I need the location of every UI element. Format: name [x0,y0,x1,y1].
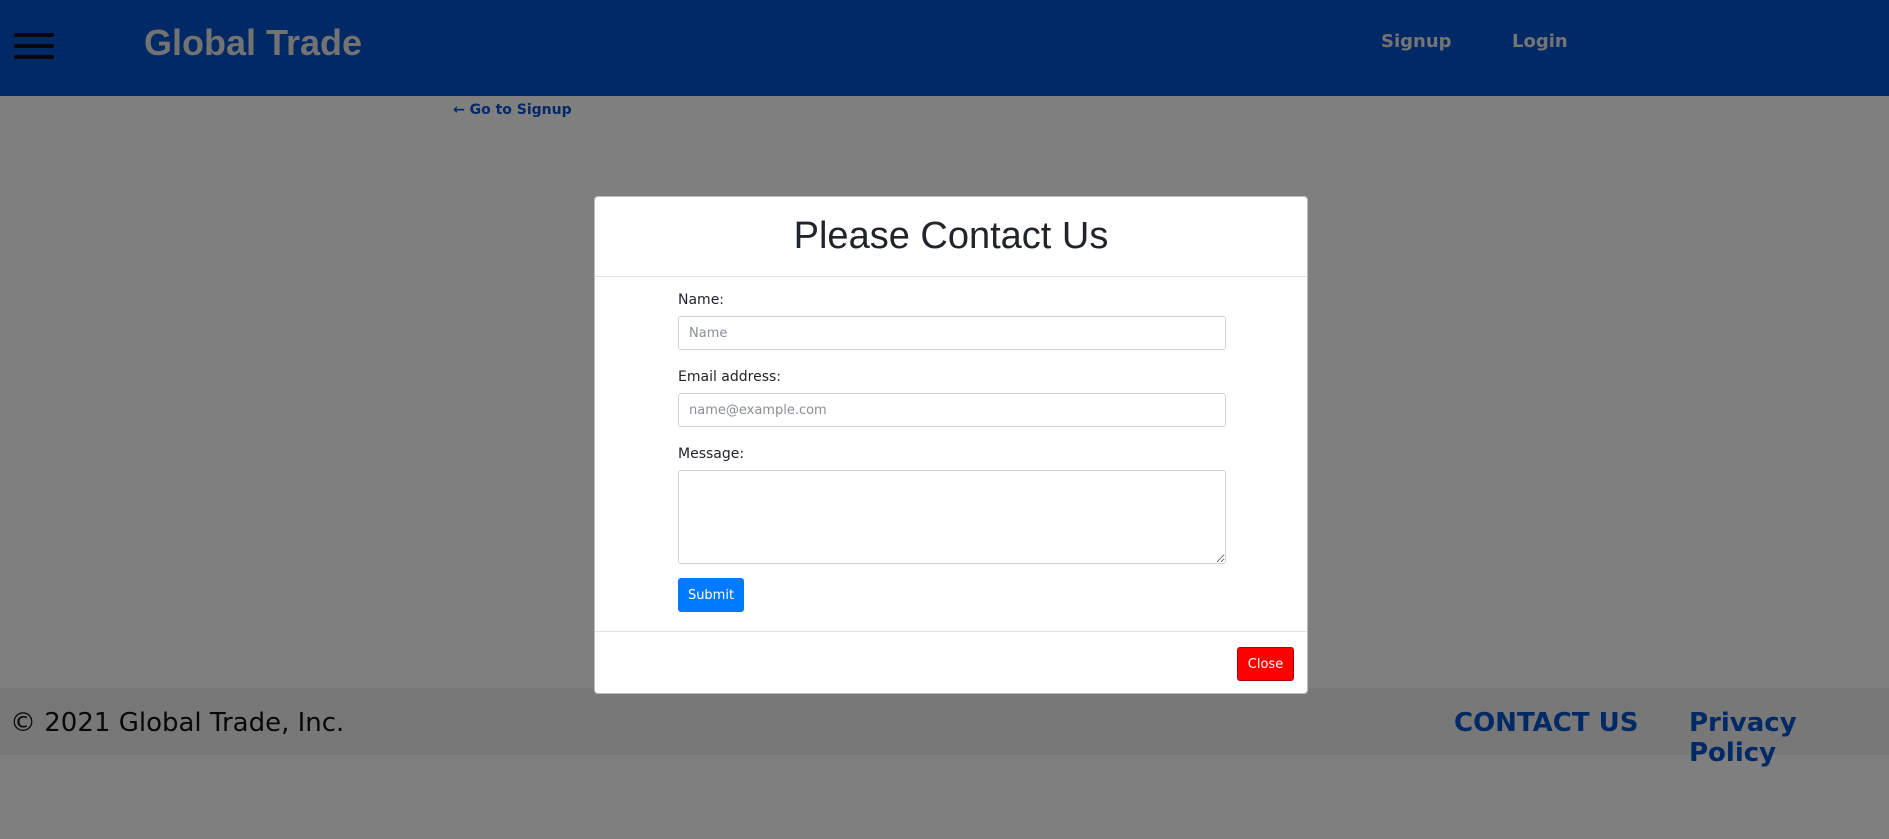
modal-header: Please Contact Us [595,197,1307,277]
modal-title: Please Contact Us [793,215,1109,257]
name-label: Name: [678,292,725,308]
page: Global Trade Signup Login ← Go to Signup… [0,0,1889,839]
close-button[interactable]: Close [1237,647,1294,681]
email-input[interactable] [678,393,1226,427]
message-textarea[interactable] [678,470,1226,564]
email-label: Email address: [678,369,782,385]
message-label: Message: [678,446,745,462]
submit-button[interactable]: Submit [678,578,744,612]
modal-footer: Close [595,631,1307,694]
name-input[interactable] [678,316,1226,350]
contact-modal: Please Contact Us Name: Email address: M… [594,196,1308,694]
